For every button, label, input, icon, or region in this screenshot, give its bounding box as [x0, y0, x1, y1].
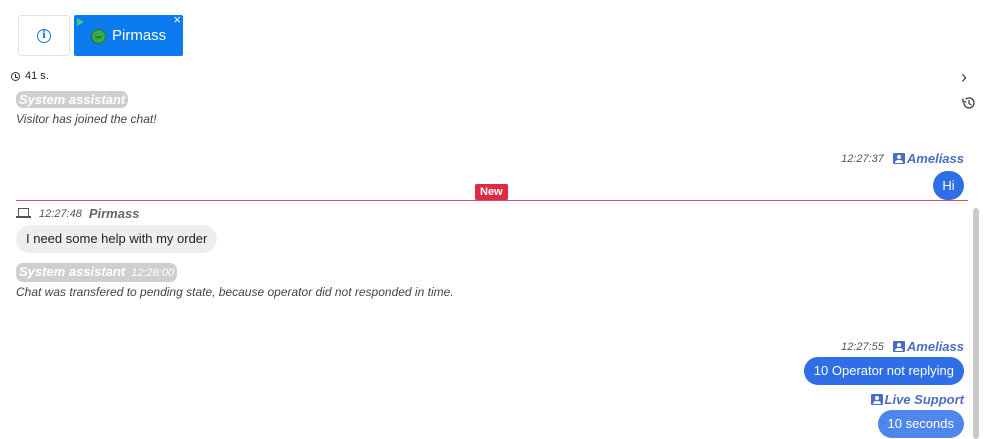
system-author-tag: System assistant 12:28:00: [16, 263, 178, 282]
message-time: 12:28:00: [131, 267, 175, 279]
user-card-icon: [892, 153, 905, 164]
info-icon: i: [37, 28, 51, 43]
visitor-name: Pirmass: [88, 206, 140, 221]
chat-duration: 41 s.: [11, 70, 49, 82]
system-author-tag: System assistant: [16, 91, 129, 108]
history-icon[interactable]: [961, 95, 977, 111]
operator-name[interactable]: Ameliass: [907, 151, 964, 166]
system-message-text: Chat was transfered to pending state, be…: [16, 285, 454, 299]
user-card-icon: [892, 341, 905, 352]
new-messages-badge: New: [475, 184, 508, 200]
chat-tab-pirmass[interactable]: × Pirmass: [74, 13, 183, 56]
message-time: 12:27:55: [841, 340, 884, 353]
message-time: 12:27:48: [39, 207, 82, 220]
operator-message-bubble: 10 Operator not replying: [803, 357, 964, 385]
bot-name: Live Support: [884, 392, 964, 407]
visitor-message-bubble: I need some help with my order: [16, 225, 218, 253]
chat-duration-value: 41 s.: [25, 70, 49, 82]
system-message: System assistant 12:28:00 Chat was transf…: [16, 263, 454, 299]
clock-icon: [11, 71, 20, 81]
message-time: 12:27:37: [841, 152, 884, 165]
close-icon[interactable]: ×: [173, 13, 181, 27]
operator-message-header: 12:27:55 Ameliass: [841, 339, 964, 354]
visitor-message-header: 12:27:48 Pirmass: [16, 206, 139, 221]
visitor-face-icon: [91, 29, 106, 44]
info-tab[interactable]: i: [18, 15, 70, 56]
bot-message-header: Live Support: [870, 392, 964, 407]
operator-message-header: 12:27:37 Ameliass: [841, 151, 964, 166]
chat-tab-label: Pirmass: [112, 27, 167, 44]
system-author-name: System assistant: [19, 264, 126, 279]
system-message-text: Visitor has joined the chat!: [16, 112, 157, 126]
play-icon: [77, 18, 84, 26]
chevron-right-icon[interactable]: ›: [961, 67, 967, 88]
bot-message-bubble: 10 seconds: [877, 410, 964, 438]
new-messages-divider: [16, 200, 968, 201]
operator-name[interactable]: Ameliass: [907, 339, 964, 354]
user-card-icon: [870, 394, 883, 405]
laptop-icon: [16, 208, 31, 219]
scrollbar[interactable]: [973, 208, 979, 439]
system-message: System assistant Visitor has joined the …: [16, 91, 157, 126]
operator-message-bubble: Hi: [933, 171, 964, 200]
